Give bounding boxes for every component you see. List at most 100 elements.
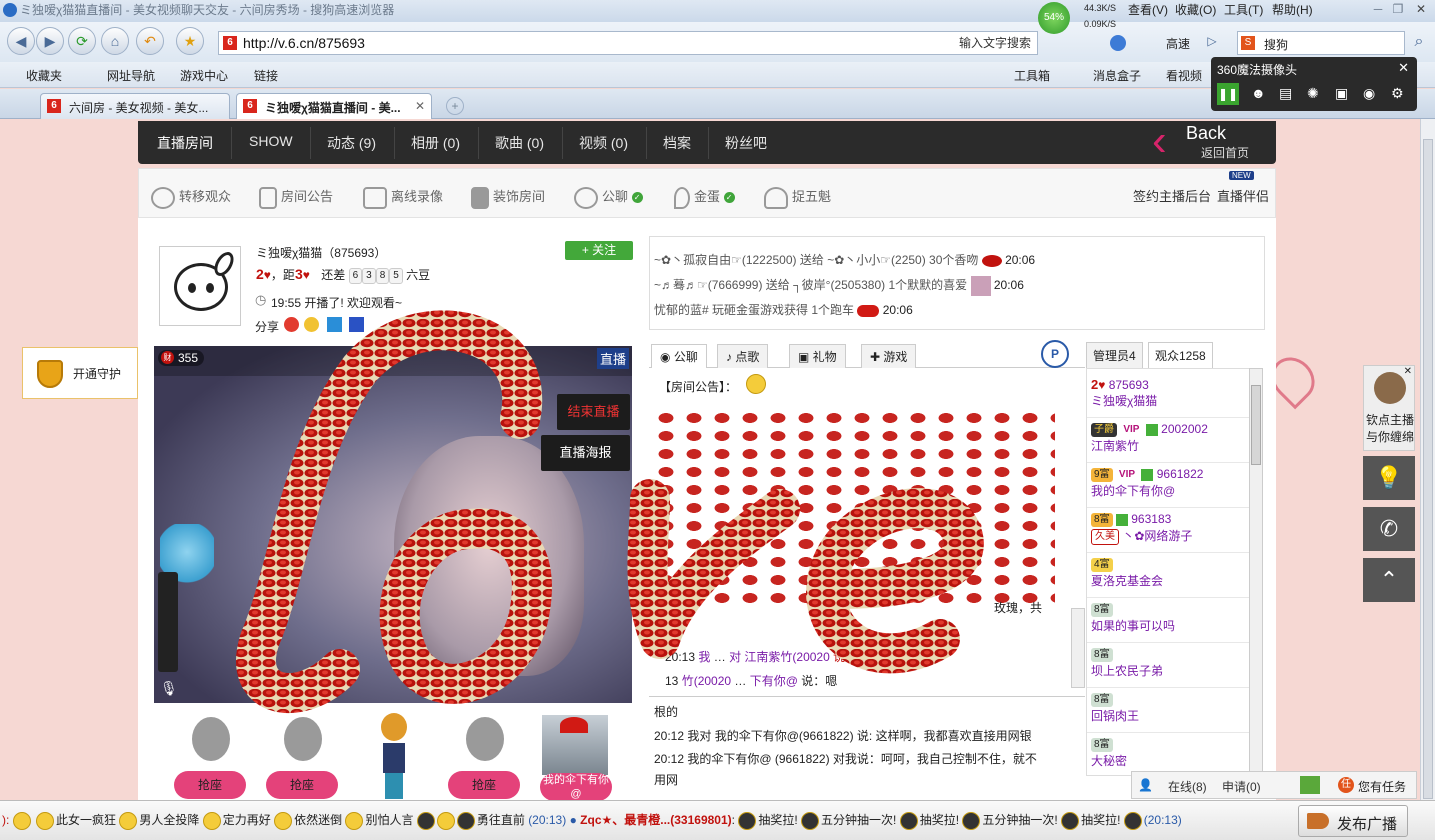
volume-meter[interactable] xyxy=(158,572,178,672)
menu-tools[interactable]: 工具(T) xyxy=(1224,1,1263,19)
task-label[interactable]: 您有任务 xyxy=(1358,778,1406,795)
new-tab-button[interactable]: + xyxy=(446,97,464,115)
page-scrollbar[interactable] xyxy=(1420,119,1435,800)
menu-favorites[interactable]: 收藏(O) xyxy=(1175,1,1216,19)
lightbulb-icon[interactable]: 💡 xyxy=(1363,456,1415,500)
fav-collection[interactable]: 收藏夹 xyxy=(26,67,62,84)
chat-scrollbar[interactable] xyxy=(1071,608,1085,688)
catch-game-button[interactable]: 捉五魁 xyxy=(764,186,831,209)
shield-icon[interactable] xyxy=(1110,35,1126,51)
camera-chat-icon[interactable]: ▤ xyxy=(1279,85,1292,102)
speed-up: 44.3K/S xyxy=(1084,3,1117,13)
grab-seat-button[interactable]: 抢座 xyxy=(174,771,246,799)
anchor-backend-link[interactable]: 签约主播后台 xyxy=(1133,186,1211,205)
fav-games[interactable]: 游戏中心 xyxy=(180,67,228,84)
camera-settings-icon[interactable]: ⚙ xyxy=(1391,85,1404,102)
user-list-scrollbar[interactable] xyxy=(1249,368,1263,776)
nav-album[interactable]: 相册 (0) xyxy=(411,133,460,153)
camera-face-icon[interactable]: ☻ xyxy=(1251,85,1266,101)
maximize-button[interactable]: ❐ xyxy=(1388,0,1408,18)
online-count[interactable]: 在线(8) xyxy=(1168,778,1207,795)
user-item[interactable]: 8富 963183 久美 丶✿网络游子 xyxy=(1091,512,1249,552)
home-icon[interactable]: ⌂ xyxy=(101,27,129,55)
star-favorite-icon[interactable]: ★ xyxy=(176,27,204,55)
close-window-button[interactable]: ✕ xyxy=(1410,0,1432,18)
add-user-icon[interactable] xyxy=(1300,776,1320,794)
back-to-top-icon[interactable]: ⌃ xyxy=(1363,558,1415,602)
tab-live-room[interactable]: 6 ミ独嗳χ猫猫直播间 - 美... ✕ xyxy=(236,93,432,119)
kiss-icon xyxy=(981,254,1002,267)
guard-shield-icon xyxy=(37,360,63,388)
letter-o xyxy=(379,508,552,704)
menu-view[interactable]: 查看(V) xyxy=(1128,1,1168,19)
seat-owner-label[interactable]: 我的伞下有你@ xyxy=(540,773,612,800)
watch-video[interactable]: 看视频 xyxy=(1166,67,1202,84)
microphone-icon[interactable]: 🎙 xyxy=(160,680,178,697)
address-bar[interactable]: 6 http://v.6.cn/875693 输入文字搜索 xyxy=(218,31,1038,55)
user-item[interactable]: 子爵 VIP 2002002 江南紫竹 xyxy=(1091,422,1249,462)
camera-pause-icon[interactable]: ❚❚ xyxy=(1217,83,1239,105)
menu-help[interactable]: 帮助(H) xyxy=(1272,1,1313,19)
public-chat-toggle[interactable]: 公聊 ✓ xyxy=(574,186,643,209)
publish-broadcast-button[interactable]: 发布广播 xyxy=(1298,805,1408,837)
grab-seat-button[interactable]: 抢座 xyxy=(266,771,338,799)
decorate-room-button[interactable]: 装饰房间 xyxy=(471,186,545,209)
nav-songs[interactable]: 歌曲 (0) xyxy=(495,133,544,153)
fav-links[interactable]: 链接 xyxy=(254,67,278,84)
minimize-button[interactable]: ─ xyxy=(1368,0,1388,18)
camera-effect-icon[interactable]: ✺ xyxy=(1307,85,1319,102)
phone-icon[interactable]: ✆ xyxy=(1363,507,1415,551)
apply-count[interactable]: 申请(0) xyxy=(1222,778,1261,795)
user-item[interactable]: 8富 坝上农民子弟 xyxy=(1091,647,1249,687)
speed-mode-button[interactable]: 高速 xyxy=(1148,35,1190,52)
search-icon[interactable]: ⌕ xyxy=(1406,31,1432,55)
letter-v xyxy=(627,479,800,659)
golden-egg-toggle[interactable]: 金蛋 ✓ xyxy=(674,186,735,209)
live-companion-link[interactable]: 直播伴侣 xyxy=(1217,186,1269,205)
user-item[interactable]: 2♥ 875693 ミ独嗳χ猫猫 xyxy=(1091,377,1249,417)
guard-button[interactable]: 开通守护 xyxy=(22,347,138,399)
private-chat-icon[interactable]: P xyxy=(1041,340,1069,368)
user-list: 2♥ 875693 ミ独嗳χ猫猫 子爵 VIP 2002002 江南紫竹 9富 VI… xyxy=(1086,368,1250,776)
camera-window-icon[interactable]: ▣ xyxy=(1335,85,1348,102)
camera-weibo-icon[interactable]: ◉ xyxy=(1363,85,1375,102)
nav-fans[interactable]: 粉丝吧 xyxy=(725,133,767,153)
level-current: 2 xyxy=(256,266,264,282)
nav-videos[interactable]: 视频 (0) xyxy=(579,133,628,153)
gift-photo-icon xyxy=(970,276,991,296)
user-item[interactable]: 4富 夏洛克基金会 xyxy=(1091,557,1249,597)
love-rose-overlay xyxy=(236,310,984,713)
nav-show[interactable]: SHOW xyxy=(249,133,293,149)
camera-close-icon[interactable]: ✕ xyxy=(1398,60,1409,76)
tab-6cn-home[interactable]: 6 六间房 - 美女视频 - 美女... xyxy=(40,93,230,119)
back-arrow-icon[interactable]: ◀ xyxy=(7,27,35,55)
nav-profile[interactable]: 档案 xyxy=(663,133,691,153)
message-box[interactable]: 消息盒子 xyxy=(1093,67,1141,84)
go-arrow-icon[interactable]: ▷ xyxy=(1202,34,1222,54)
refresh-icon[interactable]: ⟳ xyxy=(68,27,96,55)
nav-live-room[interactable]: 直播房间 xyxy=(157,133,213,153)
user-item[interactable]: 8富 如果的事可以吗 xyxy=(1091,602,1249,642)
check-icon: ✓ xyxy=(723,192,735,204)
user-item[interactable]: 8富 回锅肉王 xyxy=(1091,692,1249,732)
room-notice-button[interactable]: 房间公告 xyxy=(259,186,333,209)
fav-nav[interactable]: 网址导航 xyxy=(107,67,155,84)
offline-record-button[interactable]: 离线录像 xyxy=(363,186,443,209)
announcer-name[interactable]: Zqc★、最青橙...(33169801) xyxy=(580,813,731,827)
tab-admins[interactable]: 管理员4 xyxy=(1086,342,1143,369)
toolbox[interactable]: 工具箱 xyxy=(1014,67,1050,84)
side-promo[interactable]: ✕ 钦点主播与你缠绵 xyxy=(1363,365,1415,451)
nav-activity[interactable]: 动态 (9) xyxy=(327,133,376,153)
search-box[interactable]: S 搜狗 xyxy=(1237,31,1405,55)
grab-seat-button[interactable]: 抢座 xyxy=(448,771,520,799)
undo-icon[interactable]: ↶ xyxy=(136,27,164,55)
user-item[interactable]: 9富 VIP 9661822 我的伞下有你@ xyxy=(1091,467,1249,507)
url-text[interactable]: http://v.6.cn/875693 xyxy=(243,35,365,51)
follow-button[interactable]: + 关注 xyxy=(565,241,633,260)
tab-audience[interactable]: 观众1258 xyxy=(1148,342,1213,368)
transfer-audience-button[interactable]: 转移观众 xyxy=(151,186,231,209)
tab-close-icon[interactable]: ✕ xyxy=(415,99,425,113)
promo-close-icon[interactable]: ✕ xyxy=(1404,366,1412,377)
forward-arrow-icon[interactable]: ▶ xyxy=(36,27,64,55)
back-home-button[interactable]: ‹ Back 返回首页 xyxy=(1148,119,1276,165)
